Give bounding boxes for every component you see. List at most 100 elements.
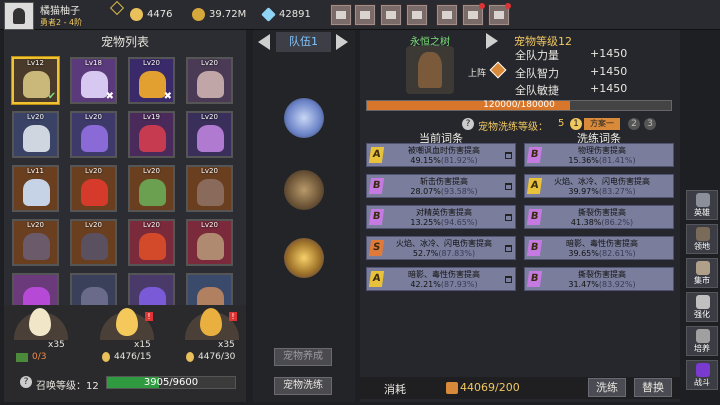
remove-x-icon[interactable]: ✖ — [106, 91, 114, 102]
pet-slot[interactable]: Lv20 — [70, 165, 117, 212]
pet-slot[interactable]: Lv19 — [128, 111, 175, 158]
wheel-icon[interactable] — [462, 3, 485, 26]
pet-level-badge: Lv20 — [201, 113, 218, 121]
egg-icon[interactable] — [29, 308, 51, 336]
team-slot-3[interactable] — [284, 238, 324, 278]
pet-level-badge: Lv20 — [85, 221, 102, 229]
egg-icon[interactable] — [116, 308, 138, 336]
pet-slot[interactable]: Lv11 — [12, 165, 59, 212]
player-name: 橘猫柚子 — [40, 6, 80, 17]
egg-have: 0/3 — [32, 352, 47, 362]
current-affix-card[interactable]: B 对精英伤害提高 13.25%(94.65%) — [366, 205, 516, 229]
side-menu-1[interactable]: 英雄 — [686, 190, 718, 220]
side-menu-4[interactable]: 强化 — [686, 292, 718, 322]
pet-slot[interactable]: Lv18 ✖ — [70, 57, 117, 104]
pet-art-icon — [81, 179, 108, 206]
lock-icon[interactable] — [505, 276, 512, 283]
player-avatar[interactable] — [4, 2, 34, 30]
remove-x-icon[interactable]: ✖ — [164, 91, 172, 102]
pet-slot[interactable]: Lv20 — [128, 219, 175, 266]
pet-portrait — [406, 46, 454, 94]
pet-slot[interactable]: Lv20 — [186, 111, 233, 158]
diamond-icon — [261, 7, 276, 22]
pet-slot[interactable]: Lv20 — [128, 165, 175, 212]
lock-icon[interactable] — [505, 152, 512, 159]
mail-icon[interactable] — [354, 4, 376, 26]
side-menu-3[interactable]: 集市 — [686, 258, 718, 288]
pet-slot[interactable]: Lv20 — [186, 57, 233, 104]
gold-egg-icon — [130, 8, 143, 21]
settings-gear-icon[interactable] — [406, 4, 428, 26]
pet-art-icon — [81, 233, 108, 260]
cost-label: 消耗 — [384, 383, 406, 396]
next-pet-arrow-icon[interactable] — [486, 33, 498, 49]
side-menu-2[interactable]: 领地 — [686, 224, 718, 254]
help-icon[interactable]: ? — [20, 376, 32, 388]
pet-wash-button[interactable]: 宠物洗练 — [274, 377, 332, 395]
lock-icon[interactable] — [505, 214, 512, 221]
washed-affix-card[interactable]: B 撕裂伤害提高 41.38%(86.2%) — [524, 205, 674, 229]
team-slot-1[interactable] — [284, 98, 324, 138]
washed-affix-card[interactable]: B 物理伤害提高 15.36%(81.41%) — [524, 143, 674, 167]
pet-slot[interactable]: Lv20 — [70, 219, 117, 266]
side-menu-6[interactable]: 战斗 — [686, 360, 718, 390]
pet-evolve-button[interactable]: 宠物养成 — [274, 348, 332, 366]
pet-slot[interactable]: Lv20 — [186, 165, 233, 212]
affix-name: 暗影、毒性伤害提高 — [408, 270, 480, 279]
team-next-arrow-icon[interactable] — [336, 34, 348, 50]
affix-name: 被嘲讽血时伤害提高 — [408, 146, 480, 155]
bag-icon[interactable] — [488, 3, 511, 26]
side-menu-5[interactable]: 培养 — [686, 326, 718, 356]
replace-button[interactable]: 替换 — [634, 378, 672, 397]
current-affix-card[interactable]: A 被嘲讽血时伤害提高 49.15%(81.92%) — [366, 143, 516, 167]
affix-value: 42.21%(87.93%) — [410, 280, 478, 289]
affix-name: 暗影、毒性伤害提高 — [566, 239, 638, 248]
gift-icon[interactable] — [436, 4, 458, 26]
scheme-1-badge[interactable]: 1 — [570, 118, 582, 130]
lock-icon[interactable] — [505, 183, 512, 190]
pet-art-icon — [197, 125, 224, 152]
team-slot-2[interactable] — [284, 170, 324, 210]
stat-value: +1450 — [590, 65, 628, 78]
egg-icon[interactable] — [200, 308, 222, 336]
pet-slot[interactable]: Lv20 — [12, 219, 59, 266]
team-tab[interactable]: 队伍1 — [276, 32, 331, 52]
pet-art-icon — [23, 125, 50, 152]
gamepad-icon[interactable] — [380, 4, 402, 26]
pet-hp-text: 120000/180000 — [483, 100, 555, 110]
washed-affix-card[interactable]: A 火焰、冰冷、闪电伤害提高 39.97%(83.27%) — [524, 174, 674, 198]
resource-diamond: 42891 — [261, 7, 311, 22]
pet-level-badge: Lv20 — [201, 59, 218, 67]
wash-button[interactable]: 洗练 — [588, 378, 626, 397]
pet-slot[interactable]: Lv12 ✔ — [12, 57, 59, 104]
team-prev-arrow-icon[interactable] — [258, 34, 270, 50]
current-affix-card[interactable]: S 火焰、冰冷、闪电伤害提高 52.7%(87.83%) — [366, 236, 516, 260]
territory-icon — [696, 227, 710, 241]
strengthen-icon — [696, 295, 710, 309]
washed-affix-card[interactable]: B 撕裂伤害提高 31.47%(83.92%) — [524, 267, 674, 291]
current-affix-card[interactable]: B 斩击伤害提高 28.07%(93.58%) — [366, 174, 516, 198]
scheme-1-tab[interactable]: 方案一 — [584, 118, 620, 130]
pet-level-badge: Lv12 — [27, 59, 44, 67]
pet-list-title: 宠物列表 — [100, 35, 149, 49]
scheme-3-badge[interactable]: 3 — [644, 118, 656, 130]
pet-slot[interactable]: Lv20 — [186, 219, 233, 266]
washed-affix-card[interactable]: B 暗影、毒性伤害提高 39.65%(82.61%) — [524, 236, 674, 260]
pet-slot[interactable]: Lv20 — [12, 111, 59, 158]
pet-slot[interactable]: Lv20 ✖ — [128, 57, 175, 104]
hero-helmet-icon — [696, 193, 710, 207]
summon-progress-text: 3905/9600 — [143, 377, 199, 388]
pet-art-icon — [197, 233, 224, 260]
stat-value: +1450 — [590, 82, 628, 95]
scheme-2-badge[interactable]: 2 — [628, 118, 640, 130]
help-icon[interactable]: ? — [462, 118, 474, 130]
pet-level-badge: Lv20 — [201, 167, 218, 175]
wash-stone-icon — [446, 382, 458, 394]
pet-slot[interactable]: Lv20 — [70, 111, 117, 158]
shop-icon[interactable] — [330, 4, 352, 26]
deployed-check-icon[interactable]: ✔ — [48, 91, 56, 102]
lock-icon[interactable] — [505, 245, 512, 252]
pet-art-icon — [197, 71, 224, 98]
affix-grade-icon: B — [526, 209, 543, 225]
current-affix-card[interactable]: A 暗影、毒性伤害提高 42.21%(87.93%) — [366, 267, 516, 291]
